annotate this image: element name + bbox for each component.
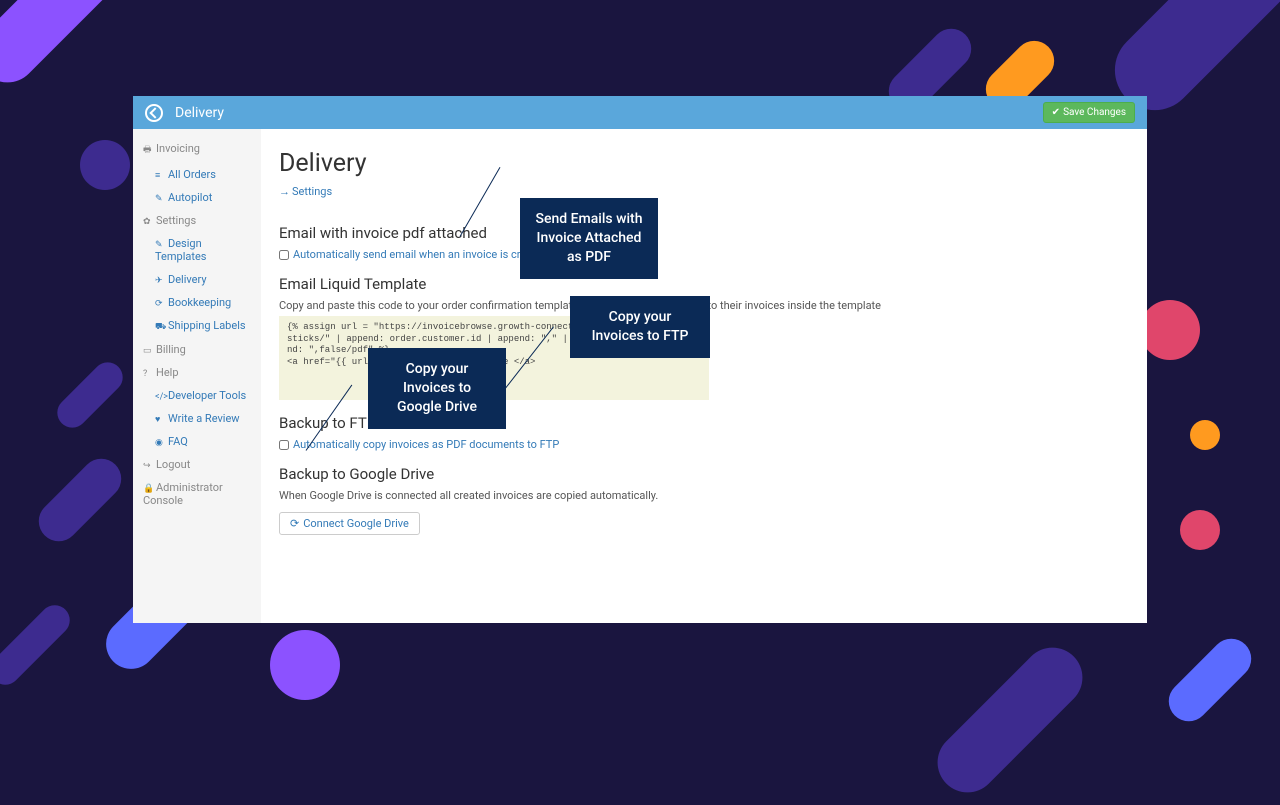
refresh-icon: ⟳ bbox=[290, 517, 299, 530]
arrow-right-icon: → bbox=[279, 185, 290, 198]
sidebar-section-settings[interactable]: ✿Settings bbox=[133, 209, 261, 232]
settings-link-label: Settings bbox=[292, 185, 332, 198]
brush-icon: ✎ bbox=[155, 240, 165, 250]
sidebar-item-faq[interactable]: ◉FAQ bbox=[133, 430, 261, 453]
list-icon: ≡ bbox=[155, 170, 165, 181]
header-bar: Delivery ✔ Save Changes bbox=[133, 96, 1147, 129]
page-title: Delivery bbox=[279, 149, 1129, 178]
bg-decoration bbox=[0, 0, 135, 95]
main-content: Delivery → Settings Email with invoice p… bbox=[261, 129, 1147, 623]
bg-decoration bbox=[1161, 631, 1260, 730]
section-ftp-title: Backup to FTP bbox=[279, 414, 1129, 432]
sidebar-label: Administrator Console bbox=[143, 481, 223, 507]
bg-decoration bbox=[925, 635, 1095, 805]
link-icon: ⟳ bbox=[155, 299, 165, 309]
bg-decoration bbox=[51, 356, 129, 434]
logout-icon: ↪ bbox=[143, 461, 153, 471]
bg-decoration bbox=[270, 630, 340, 700]
bg-decoration bbox=[0, 599, 76, 691]
section-gdrive-title: Backup to Google Drive bbox=[279, 465, 1129, 483]
card-icon: ▭ bbox=[143, 346, 153, 356]
template-description: Copy and paste this code to your order c… bbox=[279, 299, 1129, 312]
send-icon: ✈ bbox=[155, 276, 165, 286]
sidebar: 🖶Invoicing ≡All Orders ✎Autopilot ✿Setti… bbox=[133, 129, 261, 623]
bg-decoration bbox=[1140, 300, 1200, 360]
sidebar-item-write-review[interactable]: ♥Write a Review bbox=[133, 407, 261, 430]
sidebar-label: Billing bbox=[156, 343, 186, 356]
sidebar-item-dev-tools[interactable]: </>Developer Tools bbox=[133, 384, 261, 407]
sidebar-label: Delivery bbox=[168, 273, 207, 286]
sidebar-label: All Orders bbox=[168, 168, 216, 181]
bg-decoration bbox=[1190, 420, 1220, 450]
back-icon[interactable] bbox=[145, 104, 163, 122]
question-icon: ◉ bbox=[155, 438, 165, 448]
sidebar-item-logout[interactable]: ↪Logout bbox=[133, 453, 261, 476]
help-icon: ? bbox=[143, 369, 153, 379]
sidebar-label: Settings bbox=[156, 214, 196, 227]
sidebar-label: Developer Tools bbox=[168, 389, 246, 402]
print-icon: 🖶 bbox=[143, 142, 153, 158]
save-button[interactable]: ✔ Save Changes bbox=[1043, 102, 1135, 123]
sidebar-item-billing[interactable]: ▭Billing bbox=[133, 338, 261, 361]
sidebar-item-shipping-labels[interactable]: ⛟Shipping Labels bbox=[133, 314, 261, 338]
sidebar-label: Shipping Labels bbox=[168, 319, 246, 332]
app-window: Delivery ✔ Save Changes 🖶Invoicing ≡All … bbox=[133, 96, 1147, 623]
page-title-header: Delivery bbox=[175, 105, 224, 121]
sidebar-item-delivery[interactable]: ✈Delivery bbox=[133, 268, 261, 291]
heart-icon: ♥ bbox=[155, 414, 165, 425]
connect-btn-label: Connect Google Drive bbox=[303, 517, 409, 530]
sidebar-item-admin-console[interactable]: 🔒Administrator Console bbox=[133, 476, 261, 512]
checkbox-label: Automatically send email when an invoice… bbox=[293, 248, 551, 261]
sidebar-section-invoicing[interactable]: 🖶Invoicing bbox=[133, 137, 261, 163]
settings-link[interactable]: → Settings bbox=[279, 185, 332, 198]
checkbox-auto-email-input[interactable] bbox=[279, 250, 289, 260]
save-button-label: Save Changes bbox=[1063, 107, 1126, 118]
liquid-code-block[interactable]: {% assign url = "https://invoicebrowse.g… bbox=[279, 316, 709, 400]
connect-google-drive-button[interactable]: ⟳ Connect Google Drive bbox=[279, 512, 420, 535]
sidebar-item-design-templates[interactable]: ✎Design Templates bbox=[133, 232, 261, 268]
sidebar-section-help[interactable]: ?Help bbox=[133, 361, 261, 384]
gear-icon: ✿ bbox=[143, 217, 153, 227]
section-email-title: Email with invoice pdf attached bbox=[279, 224, 1129, 242]
lock-icon: 🔒 bbox=[143, 484, 153, 494]
checkbox-ftp[interactable]: Automatically copy invoices as PDF docum… bbox=[279, 438, 1129, 451]
gdrive-description: When Google Drive is connected all creat… bbox=[279, 489, 1129, 502]
sidebar-item-autopilot[interactable]: ✎Autopilot bbox=[133, 186, 261, 209]
magic-icon: ✎ bbox=[155, 194, 165, 204]
section-template-title: Email Liquid Template bbox=[279, 275, 1129, 293]
truck-icon: ⛟ bbox=[155, 322, 165, 333]
sidebar-item-all-orders[interactable]: ≡All Orders bbox=[133, 163, 261, 186]
checkbox-ftp-input[interactable] bbox=[279, 440, 289, 450]
sidebar-label: Bookkeeping bbox=[168, 296, 231, 309]
sidebar-label: FAQ bbox=[168, 435, 188, 448]
bg-decoration bbox=[80, 140, 130, 190]
checkbox-label: Automatically copy invoices as PDF docum… bbox=[293, 438, 559, 451]
sidebar-item-bookkeeping[interactable]: ⟳Bookkeeping bbox=[133, 291, 261, 314]
sidebar-label: Logout bbox=[156, 458, 190, 471]
sidebar-label: Write a Review bbox=[168, 412, 240, 425]
bg-decoration bbox=[1180, 510, 1220, 550]
sidebar-label: Autopilot bbox=[168, 191, 212, 204]
code-icon: </> bbox=[155, 392, 165, 402]
check-icon: ✔ bbox=[1052, 107, 1060, 118]
checkbox-auto-email[interactable]: Automatically send email when an invoice… bbox=[279, 248, 1129, 261]
sidebar-label: Invoicing bbox=[156, 142, 200, 155]
sidebar-label: Help bbox=[156, 366, 179, 379]
bg-decoration bbox=[31, 451, 130, 550]
